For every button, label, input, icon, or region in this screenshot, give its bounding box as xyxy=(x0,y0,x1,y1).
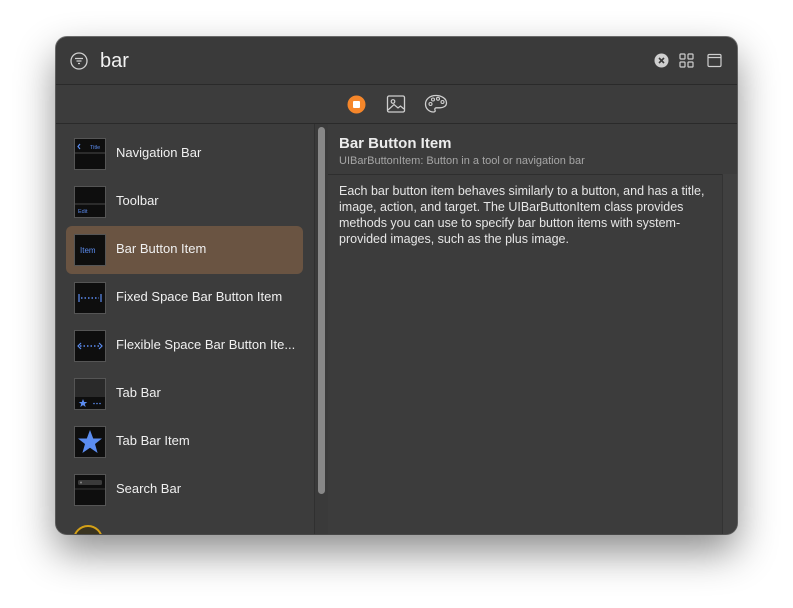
bar-button-item-thumb-text: Item xyxy=(80,246,96,255)
list-scrollbar-thumb[interactable] xyxy=(318,127,325,494)
detail-title: Bar Button Item xyxy=(339,135,452,152)
list-item-toolbar[interactable]: Edit Toolbar xyxy=(66,178,303,226)
detail-subtitle: UIBarButtonItem: Button in a tool or nav… xyxy=(339,155,585,167)
list-item-fixed-space-bar-button-item[interactable]: Fixed Space Bar Button Item xyxy=(66,274,303,322)
list-item-label: Toolbar xyxy=(116,193,159,208)
list-item-search-bar[interactable]: Search Bar xyxy=(66,466,303,514)
search-input[interactable] xyxy=(100,48,640,74)
search-bar xyxy=(56,37,737,85)
filter-icon[interactable] xyxy=(70,52,88,70)
color-palette-icon[interactable] xyxy=(424,94,448,114)
partial-list-item-icon xyxy=(73,525,103,534)
list-scrollbar[interactable] xyxy=(314,124,329,534)
bar-button-item-thumbnail: Item xyxy=(74,234,106,266)
list-item-flexible-space-bar-button-item[interactable]: Flexible Space Bar Button Ite... xyxy=(66,322,303,370)
list-item-label: Bar Button Item xyxy=(116,241,207,256)
navigation-bar-thumb-text: Title xyxy=(90,145,100,151)
tab-bar-thumbnail xyxy=(74,378,106,410)
list-item-label: Fixed Space Bar Button Item xyxy=(116,289,283,304)
fixed-space-thumbnail xyxy=(74,282,106,314)
grid-view-icon[interactable] xyxy=(679,53,694,68)
tab-bar-item-thumbnail xyxy=(74,426,106,458)
library-window: Title Navigation Bar Edit Toolbar Item B… xyxy=(56,37,737,534)
list-item-label: Navigation Bar xyxy=(116,145,202,160)
list-item-bar-button-item[interactable]: Item Bar Button Item xyxy=(66,226,303,274)
object-list: Title Navigation Bar Edit Toolbar Item B… xyxy=(56,124,314,534)
navigation-bar-thumbnail: Title xyxy=(74,138,106,170)
library-tab-bar xyxy=(56,85,737,124)
detail-scrollbar[interactable] xyxy=(722,174,737,534)
list-item-tab-bar-item[interactable]: Tab Bar Item xyxy=(66,418,303,466)
list-item-tab-bar[interactable]: Tab Bar xyxy=(66,370,303,418)
flexible-space-thumbnail xyxy=(74,330,106,362)
list-item-navigation-bar[interactable]: Title Navigation Bar xyxy=(66,130,303,178)
objects-library-icon[interactable] xyxy=(347,95,366,114)
media-library-icon[interactable] xyxy=(386,94,406,114)
toolbar-thumbnail: Edit xyxy=(74,186,106,218)
list-item-label: Tab Bar xyxy=(116,385,161,400)
detail-pane: Bar Button Item UIBarButtonItem: Button … xyxy=(328,124,737,534)
toolbar-thumb-text: Edit xyxy=(78,209,88,215)
list-item-label: Flexible Space Bar Button Ite... xyxy=(116,337,296,352)
list-item-label: Tab Bar Item xyxy=(116,433,190,448)
detail-description: Each bar button item behaves similarly t… xyxy=(339,184,705,246)
search-bar-thumbnail xyxy=(74,474,106,506)
detail-header: Bar Button Item UIBarButtonItem: Button … xyxy=(328,124,737,175)
clear-icon[interactable] xyxy=(654,53,669,68)
list-item-label: Search Bar xyxy=(116,481,182,496)
panel-icon[interactable] xyxy=(707,53,722,68)
